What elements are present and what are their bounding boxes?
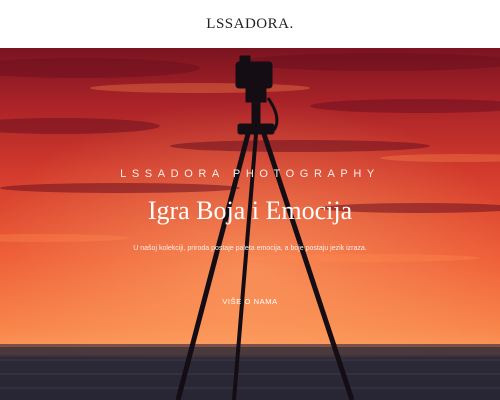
hero-subtitle: U našoj kolekciji, priroda postaje palet… xyxy=(133,245,367,252)
hero-eyebrow: LSSADORA PHOTOGRAPHY xyxy=(120,168,380,180)
hero-title: Igra Boja i Emocija xyxy=(147,196,353,225)
hero-section: LSSADORA PHOTOGRAPHY Igra Boja i Emocija… xyxy=(0,48,500,400)
site-header: LSSADORA. xyxy=(0,0,500,48)
site-logo[interactable]: LSSADORA. xyxy=(206,16,293,33)
hero-content: LSSADORA PHOTOGRAPHY Igra Boja i Emocija… xyxy=(0,48,500,400)
about-us-link[interactable]: VIŠE O NAMA xyxy=(210,297,290,306)
